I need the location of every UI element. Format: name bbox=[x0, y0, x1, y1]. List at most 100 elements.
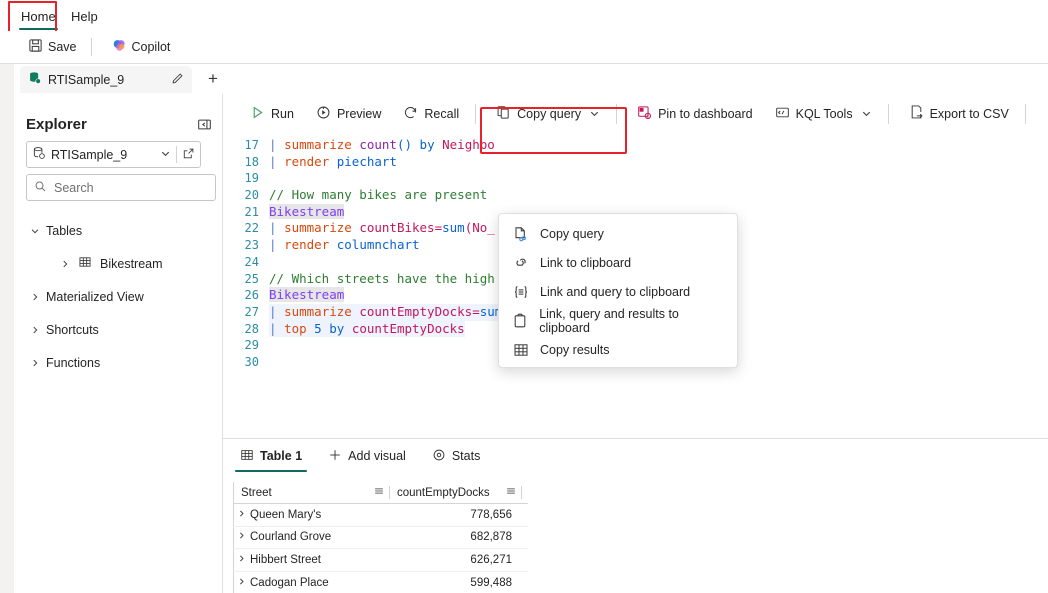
column-menu-icon[interactable] bbox=[505, 485, 517, 500]
line-number: 30 bbox=[244, 354, 259, 369]
braces-list-icon bbox=[512, 284, 529, 300]
code-text: Bikestream bbox=[269, 203, 345, 221]
column-menu-icon[interactable] bbox=[373, 485, 385, 500]
app-root: Home Help Save Copilot RTISample_9 + Exp… bbox=[0, 0, 1048, 593]
open-in-new-icon[interactable] bbox=[182, 147, 195, 163]
code-token: (No_ bbox=[464, 220, 495, 236]
menu-item-link-query-results-to-clipboard[interactable]: Link, query and results to clipboard bbox=[499, 306, 737, 335]
line-number: 17 bbox=[244, 138, 259, 152]
row-expand-icon[interactable] bbox=[233, 577, 250, 589]
column-header-street[interactable]: Street bbox=[234, 482, 389, 504]
code-token: columnchart bbox=[336, 237, 420, 253]
chevron-down-icon[interactable] bbox=[589, 108, 600, 121]
cell-countemptydocks: 626,271 bbox=[470, 553, 512, 566]
recall-button-label: Recall bbox=[424, 107, 460, 121]
document-tab-rtisample9[interactable]: RTISample_9 bbox=[20, 66, 192, 93]
code-token: render bbox=[284, 153, 337, 169]
table-row[interactable]: Cadogan Place 599,488 bbox=[233, 572, 528, 593]
chevron-down-icon[interactable] bbox=[30, 226, 40, 236]
code-text: Bikestream bbox=[269, 287, 345, 304]
play-icon bbox=[250, 105, 265, 123]
chevron-right-icon[interactable] bbox=[30, 325, 40, 335]
row-expand-icon[interactable] bbox=[233, 531, 250, 543]
menu-item-copy-results[interactable]: Copy results bbox=[499, 335, 737, 364]
menu-item-link-to-clipboard[interactable]: Link to clipboard bbox=[499, 248, 737, 277]
tree-item-shortcuts[interactable]: Shortcuts bbox=[14, 313, 223, 346]
toolbar-separator bbox=[887, 104, 889, 124]
code-token: | bbox=[269, 303, 285, 319]
grid-icon bbox=[512, 342, 529, 358]
grid-header-row: Street countEmptyDocks bbox=[233, 482, 528, 504]
kql-database-icon bbox=[28, 71, 42, 88]
tree-item-functions[interactable]: Functions bbox=[14, 346, 223, 379]
column-header-countemptydocks[interactable]: countEmptyDocks bbox=[390, 482, 521, 504]
code-token: summarize bbox=[284, 220, 360, 236]
code-token: summarize bbox=[284, 303, 360, 319]
chevron-right-icon[interactable] bbox=[60, 259, 70, 269]
copilot-button-label: Copilot bbox=[131, 40, 171, 54]
search-placeholder: Search bbox=[54, 180, 94, 195]
line-number: 21 bbox=[244, 204, 259, 219]
code-token: Neighbo bbox=[442, 137, 495, 152]
ribbon-tab-help[interactable]: Help bbox=[64, 5, 105, 27]
add-tab-button[interactable]: + bbox=[202, 68, 224, 90]
search-icon bbox=[34, 180, 47, 196]
save-button[interactable]: Save bbox=[20, 34, 85, 60]
code-token: by bbox=[329, 320, 352, 336]
add-visual-button[interactable]: Add visual bbox=[319, 440, 415, 472]
collapse-panel-icon[interactable] bbox=[194, 114, 214, 134]
search-input[interactable]: Search bbox=[26, 174, 216, 201]
table-row[interactable]: Courland Grove 682,878 bbox=[233, 527, 528, 550]
recall-button[interactable]: Recall bbox=[394, 100, 468, 128]
code-token: by bbox=[419, 137, 443, 152]
active-tab-underline bbox=[19, 27, 58, 30]
row-expand-icon[interactable] bbox=[233, 509, 250, 521]
code-text: | top 5 by countEmptyDocks bbox=[269, 320, 465, 338]
line-number: 26 bbox=[244, 288, 259, 303]
cell-countemptydocks: 778,656 bbox=[470, 508, 512, 521]
database-name: RTISample_9 bbox=[51, 147, 128, 162]
row-expand-icon[interactable] bbox=[233, 554, 250, 566]
chevron-right-icon[interactable] bbox=[30, 358, 40, 368]
table-row[interactable]: Hibbert Street 626,271 bbox=[233, 549, 528, 572]
table-row[interactable]: Queen Mary's 778,656 bbox=[233, 504, 528, 527]
preview-icon bbox=[316, 105, 331, 123]
code-token: | bbox=[269, 153, 285, 169]
copy-query-button-label: Copy query bbox=[517, 107, 582, 121]
stats-button[interactable]: Stats bbox=[423, 440, 490, 472]
results-tab-table-1[interactable]: Table 1 bbox=[231, 440, 311, 472]
tree-item-bikestream[interactable]: Bikestream bbox=[14, 247, 223, 280]
menu-item-link-and-query-to-clipboard[interactable]: Link and query to clipboard bbox=[499, 277, 737, 306]
database-selector[interactable]: RTISample_9 bbox=[26, 141, 201, 168]
header-separator bbox=[521, 486, 522, 499]
line-number: 22 bbox=[244, 221, 259, 236]
chevron-down-icon[interactable] bbox=[861, 108, 872, 121]
run-button[interactable]: Run bbox=[241, 100, 303, 128]
tree-item-tables[interactable]: Tables bbox=[14, 214, 223, 247]
toolbar-separator bbox=[475, 104, 477, 124]
plus-icon: + bbox=[208, 69, 218, 88]
copy-query-button[interactable]: Copy query bbox=[487, 100, 609, 128]
code-text: | summarize count() by Neighbo bbox=[269, 137, 495, 154]
preview-button[interactable]: Preview bbox=[307, 100, 390, 128]
code-token: | bbox=[269, 220, 285, 236]
tree-item-label: Bikestream bbox=[100, 256, 163, 271]
copilot-icon bbox=[112, 38, 127, 56]
kql-tools-button[interactable]: KQL Tools bbox=[766, 100, 881, 128]
copilot-button[interactable]: Copilot bbox=[104, 34, 179, 60]
pencil-icon[interactable] bbox=[171, 72, 184, 88]
chevron-down-icon[interactable] bbox=[160, 148, 171, 162]
results-tab-strip: Table 1 Add visual Stats bbox=[223, 439, 489, 473]
ribbon-tab-home[interactable]: Home bbox=[14, 5, 63, 30]
explorer-tree: Tables Bikestream Materialized View Shor… bbox=[14, 214, 223, 379]
menu-item-copy-query[interactable]: Copy query bbox=[499, 219, 737, 248]
grid-body: Queen Mary's 778,656 Courland Grove 682,878… bbox=[233, 504, 528, 593]
pin-to-dashboard-button[interactable]: Pin to dashboard bbox=[628, 100, 762, 128]
export-to-csv-button[interactable]: Export to CSV bbox=[900, 100, 1018, 128]
tree-item-materialized-view[interactable]: Materialized View bbox=[14, 280, 223, 313]
menu-item-label: Copy query bbox=[540, 226, 604, 241]
code-token: // Which streets have the high bbox=[269, 270, 495, 286]
chevron-right-icon[interactable] bbox=[30, 292, 40, 302]
grid-icon bbox=[240, 448, 254, 465]
code-token: piechart bbox=[336, 153, 397, 169]
